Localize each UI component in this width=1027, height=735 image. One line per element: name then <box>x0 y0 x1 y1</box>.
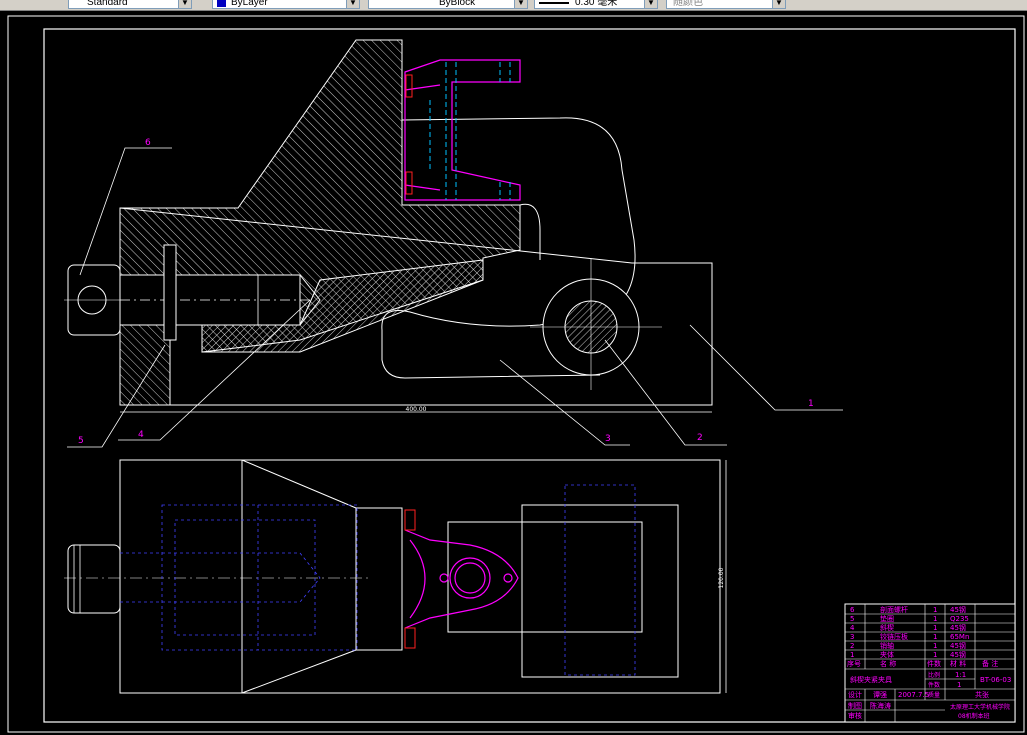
color-swatch-icon <box>217 0 226 7</box>
weight-label: 质量 <box>928 691 940 699</box>
chevron-down-icon[interactable]: ▼ <box>772 0 785 8</box>
class-name: 08机制本班 <box>958 712 990 720</box>
part-material: 45钢 <box>950 641 966 650</box>
screw-head-top <box>67 544 121 614</box>
count-label: 件数 <box>928 681 940 689</box>
hinge-plate-top <box>521 504 679 678</box>
layer-dropdown[interactable]: ByLayer ▼ <box>212 0 360 9</box>
part-no: 1 <box>850 651 854 659</box>
scale-label: 比例 <box>928 671 940 679</box>
balloon-3: 3 <box>605 434 611 444</box>
chevron-down-icon[interactable]: ▼ <box>178 0 191 8</box>
workpiece-hidden-lines <box>429 62 511 200</box>
designer-label: 设计 <box>848 690 862 699</box>
balloon-2: 2 <box>697 433 703 443</box>
school-name: 太原理工大学机械学院 <box>950 703 1010 711</box>
linetype-dropdown[interactable]: ByBlock ▼ <box>368 0 528 9</box>
header-name: 名 称 <box>880 659 896 668</box>
part-name: 剖面螺杆 <box>880 605 908 614</box>
part-name: 销轴 <box>880 641 894 650</box>
part-qty: 1 <box>933 624 937 632</box>
part-name: 夹体 <box>880 650 894 659</box>
chevron-down-icon[interactable]: ▼ <box>514 0 527 8</box>
plot-style-value: 随颜色 <box>673 0 703 8</box>
sheet-label: 共张 <box>975 690 989 699</box>
top-view: 120.00 <box>64 459 727 694</box>
part-name: 铰链压板 <box>880 632 908 641</box>
lineweight-dropdown[interactable]: 0.30 毫米 ▼ <box>534 0 658 9</box>
scale-value: 1:1 <box>955 671 966 679</box>
text-style-value: Standard <box>87 0 128 8</box>
workpiece-front <box>404 59 521 201</box>
pin-block-top <box>447 521 643 633</box>
part-qty: 1 <box>933 633 937 641</box>
part-material: 45钢 <box>950 623 966 632</box>
drawn-name: 陈海涛 <box>870 701 891 710</box>
workpiece-top <box>404 529 519 629</box>
dim-text-width: 120.00 <box>718 567 725 588</box>
washer <box>163 244 177 341</box>
cad-drawing-canvas[interactable]: 400.00 6 5 4 3 2 1 120.00 6 剖面螺杆 1 45钢 5… <box>0 10 1027 735</box>
count-value: 1 <box>957 681 961 689</box>
balloon-5: 5 <box>78 436 84 446</box>
part-no: 5 <box>850 615 854 623</box>
header-qty: 件数 <box>927 659 941 668</box>
lineweight-sample-icon <box>539 2 569 4</box>
part-material: 45钢 <box>950 605 966 614</box>
design-date: 2007.7.5 <box>898 691 929 699</box>
balloon-6: 6 <box>145 138 151 148</box>
part-material: 45钢 <box>950 650 966 659</box>
lineweight-value: 0.30 毫米 <box>575 0 618 8</box>
front-view: 400.00 <box>64 39 713 413</box>
title-block: 6 剖面螺杆 1 45钢 5 垫圈 1 Q235 4 斜楔 1 45钢 3 铰链… <box>844 603 1016 723</box>
header-no: 序号 <box>847 659 861 668</box>
layer-value: ByLayer <box>231 0 268 8</box>
dim-text-length: 400.00 <box>406 406 427 413</box>
drawn-label: 制图 <box>848 701 862 710</box>
header-note: 备 注 <box>982 659 998 668</box>
part-name: 斜楔 <box>880 623 894 632</box>
assembly-name: 斜楔夹紧夹具 <box>850 675 892 684</box>
plot-style-dropdown[interactable]: 随颜色 ▼ <box>666 0 786 9</box>
part-no: 3 <box>850 633 854 641</box>
balloon-1: 1 <box>808 399 814 409</box>
text-style-dropdown[interactable]: Standard ▼ <box>68 0 192 9</box>
upright-top <box>355 507 403 651</box>
upright-hatched-body <box>119 39 521 406</box>
part-material: Q235 <box>950 615 969 623</box>
chevron-down-icon[interactable]: ▼ <box>644 0 657 8</box>
part-no: 6 <box>850 606 855 614</box>
balloon-4: 4 <box>138 430 144 440</box>
part-no: 4 <box>850 624 855 632</box>
part-qty: 1 <box>933 642 937 650</box>
approve-label: 审核 <box>848 711 862 720</box>
workpiece-red-marks <box>405 74 413 195</box>
part-qty: 1 <box>933 651 937 659</box>
part-no: 2 <box>850 642 854 650</box>
drawing-number: BT-06-03 <box>980 676 1011 684</box>
part-qty: 1 <box>933 606 937 614</box>
part-material: 65Mn <box>950 633 969 641</box>
chevron-down-icon[interactable]: ▼ <box>346 0 359 8</box>
hidden-lines-top <box>120 484 636 676</box>
part-name: 垫圈 <box>880 614 894 623</box>
linetype-value: ByBlock <box>439 0 476 8</box>
header-material: 材 料 <box>950 659 966 668</box>
designer-name: 谭强 <box>873 690 887 699</box>
part-qty: 1 <box>933 615 937 623</box>
wedge-top <box>241 459 357 694</box>
base-top-outline <box>119 459 721 694</box>
